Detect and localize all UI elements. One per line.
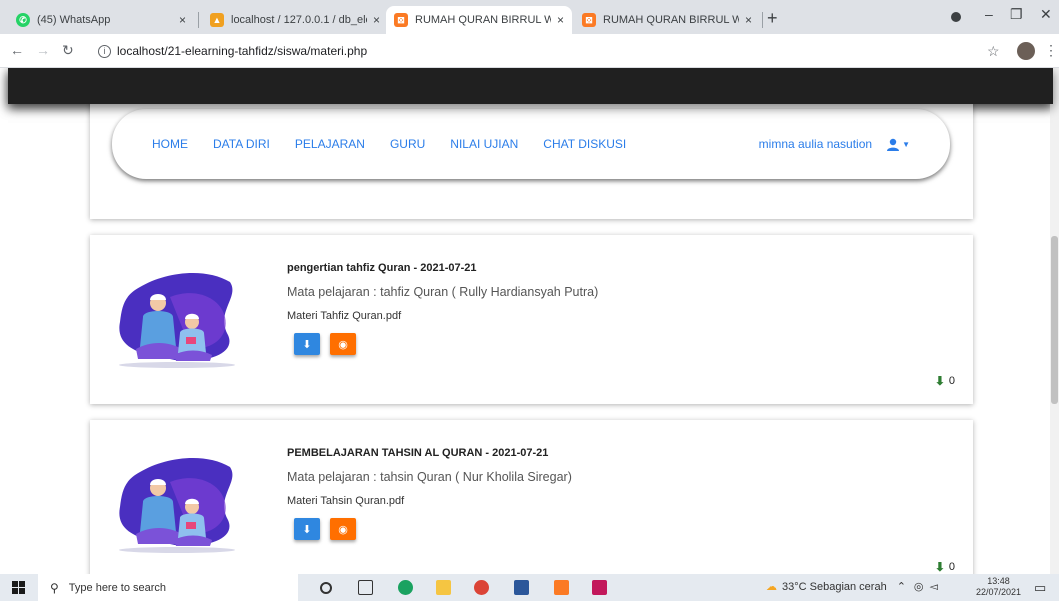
minimize-icon[interactable]: – [985, 6, 993, 22]
bookmark-star-icon[interactable]: ☆ [987, 43, 1000, 60]
window-close-icon[interactable]: ✕ [1040, 6, 1052, 23]
volume-icon[interactable]: ◅ [930, 580, 938, 593]
scrollbar-thumb[interactable] [1051, 236, 1058, 404]
eye-icon: ◉ [338, 523, 348, 536]
quran-students-illustration [119, 272, 235, 368]
tab-title: localhost / 127.0.0.1 / db_elearni [231, 14, 367, 26]
tab-rumah-quran[interactable]: ⊠ RUMAH QURAN BIRRUL WALIDA × [574, 6, 760, 34]
tab-rumah-quran-active[interactable]: ⊠ RUMAH QURAN BIRRUL WALIDA × [386, 6, 572, 34]
page-viewport: HOME DATA DIRI PELAJARAN GURU NILAI UJIA… [0, 68, 1059, 574]
quran-students-illustration [119, 457, 235, 553]
xampp-icon[interactable] [554, 580, 569, 595]
header-bar-overlay [8, 68, 1053, 104]
app-icon[interactable] [592, 580, 607, 595]
menu-icon[interactable]: ⋮ [1044, 42, 1058, 59]
user-name[interactable]: mimna aulia nasution [759, 137, 872, 151]
material-subject: Mata pelajaran : tahfiz Quran ( Rully Ha… [287, 285, 599, 299]
tab-title: RUMAH QURAN BIRRUL WALIDA [415, 14, 551, 26]
profile-avatar[interactable] [1017, 42, 1035, 60]
download-icon: ⬇ [302, 338, 312, 351]
windows-taskbar: ⚲ Type here to search ☁ 33°C Sebagian ce… [0, 574, 1059, 601]
url-text: localhost/21-elearning-tahfidz/siswa/mat… [117, 44, 368, 58]
forward-icon[interactable]: → [36, 42, 50, 58]
download-count: ⬇ 0 [935, 374, 955, 388]
main-navbar: HOME DATA DIRI PELAJARAN GURU NILAI UJIA… [112, 109, 950, 179]
edge-icon[interactable] [398, 580, 413, 595]
close-icon[interactable]: × [373, 13, 380, 27]
download-button[interactable]: ⬇ [294, 333, 320, 355]
page-scrollbar[interactable] [1050, 68, 1059, 574]
search-placeholder: Type here to search [68, 581, 167, 594]
nav-nilai-ujian[interactable]: NILAI UJIAN [450, 137, 518, 151]
user-icon [887, 138, 900, 151]
info-icon[interactable]: i [98, 44, 111, 58]
close-icon[interactable]: × [745, 13, 752, 27]
nav-home[interactable]: HOME [152, 137, 188, 151]
word-icon[interactable] [514, 580, 529, 595]
material-subject: Mata pelajaran : tahsin Quran ( Nur Khol… [287, 470, 572, 484]
weather-icon: ☁ [766, 581, 777, 593]
tab-title: (45) WhatsApp [37, 14, 111, 26]
material-title: pengertian tahfiz Quran - 2021-07-21 [287, 262, 477, 274]
reload-icon[interactable]: ↻ [62, 42, 74, 59]
material-card: PEMBELAJARAN TAHSIN AL QURAN - 2021-07-2… [90, 420, 973, 574]
address-bar: ← → ↻ i localhost/21-elearning-tahfidz/s… [0, 34, 1059, 68]
network-icon[interactable]: ◎ [914, 580, 924, 593]
material-title: PEMBELAJARAN TAHSIN AL QURAN - 2021-07-2… [287, 447, 549, 459]
tab-separator [762, 12, 763, 28]
clock-date: 22/07/2021 [976, 587, 1022, 597]
xampp-icon: ⊠ [394, 13, 408, 27]
download-icon: ⬇ [934, 374, 945, 388]
new-tab-icon[interactable]: + [767, 8, 778, 29]
download-count-value: 0 [948, 561, 955, 573]
windows-start-icon[interactable] [12, 581, 25, 594]
file-explorer-icon[interactable] [436, 580, 451, 595]
download-count-value: 0 [948, 375, 955, 387]
nav-data-diri[interactable]: DATA DIRI [213, 137, 270, 151]
tab-whatsapp[interactable]: ✆ (45) WhatsApp × [8, 6, 194, 34]
phpmyadmin-icon: ▲ [210, 13, 224, 27]
download-count: ⬇ 0 [935, 560, 955, 574]
chevron-up-icon[interactable]: ⌃ [897, 580, 906, 593]
close-icon[interactable]: × [179, 13, 186, 27]
eye-icon: ◉ [338, 338, 348, 351]
profile-dot-icon[interactable] [951, 12, 961, 22]
system-tray: ☁ 33°C Sebagian cerah ⌃ ◎ ◅ [766, 580, 938, 594]
user-menu-dropdown[interactable]: ▼ [886, 138, 910, 151]
clock-time: 13:48 [987, 576, 1010, 586]
chrome-icon[interactable] [474, 580, 489, 595]
view-button[interactable]: ◉ [330, 518, 356, 540]
tab-title: RUMAH QURAN BIRRUL WALIDA [603, 14, 739, 26]
taskbar-clock[interactable]: 13:48 22/07/2021 [976, 576, 1021, 598]
whatsapp-icon: ✆ [16, 13, 30, 27]
material-file-name: Materi Tahfiz Quran.pdf [287, 310, 402, 322]
search-icon: ⚲ [50, 580, 59, 595]
back-icon[interactable]: ← [10, 42, 24, 58]
taskbar-search-input[interactable]: ⚲ Type here to search [38, 574, 298, 601]
view-button[interactable]: ◉ [330, 333, 356, 355]
close-icon[interactable]: × [557, 13, 564, 27]
restore-icon[interactable]: ❐ [1010, 6, 1023, 23]
download-button[interactable]: ⬇ [294, 518, 320, 540]
nav-guru[interactable]: GURU [390, 137, 425, 151]
nav-chat-diskusi[interactable]: CHAT DISKUSI [543, 137, 626, 151]
material-card: pengertian tahfiz Quran - 2021-07-21 Mat… [90, 235, 973, 404]
download-icon: ⬇ [934, 560, 945, 574]
xampp-icon: ⊠ [582, 13, 596, 27]
chevron-down-icon: ▼ [902, 139, 910, 149]
tab-phpmyadmin[interactable]: ▲ localhost / 127.0.0.1 / db_elearni × [202, 6, 388, 34]
notification-icon[interactable]: ▭ [1034, 580, 1046, 596]
weather-text[interactable]: 33°C Sebagian cerah [782, 581, 887, 593]
nav-pelajaran[interactable]: PELAJARAN [295, 137, 365, 151]
material-file-name: Materi Tahsin Quran.pdf [287, 495, 405, 507]
cortana-icon[interactable] [320, 582, 332, 594]
task-view-icon[interactable] [358, 580, 373, 595]
browser-tab-strip: ✆ (45) WhatsApp × ▲ localhost / 127.0.0.… [0, 0, 1059, 34]
tab-separator [198, 12, 199, 28]
url-field[interactable]: i localhost/21-elearning-tahfidz/siswa/m… [98, 40, 968, 62]
download-icon: ⬇ [302, 523, 312, 536]
